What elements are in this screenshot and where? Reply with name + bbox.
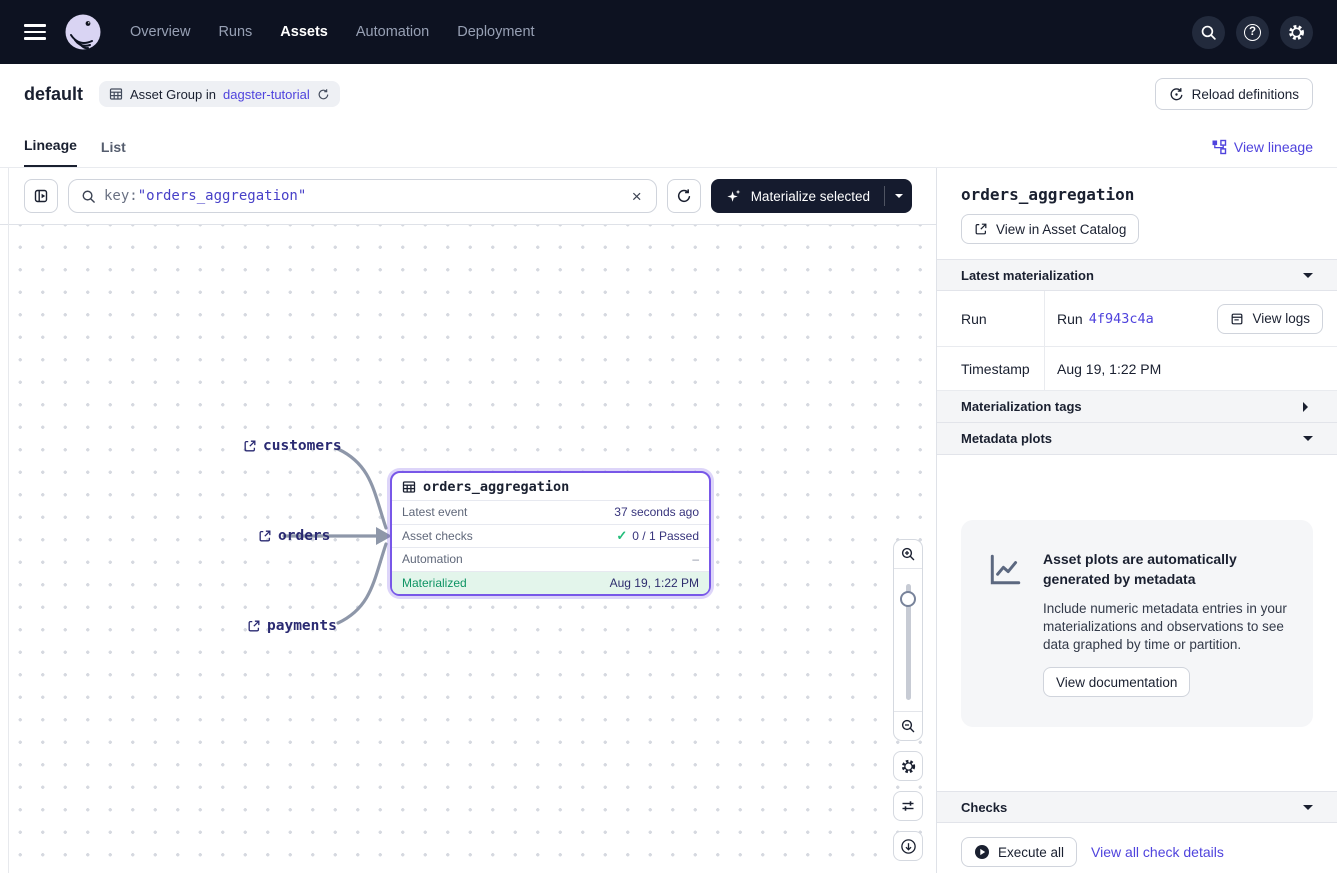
logs-icon bbox=[1230, 312, 1244, 326]
play-circle-icon bbox=[974, 844, 990, 860]
recenter-graph-button[interactable] bbox=[893, 831, 923, 861]
materialize-selected-button[interactable]: Materialize selected bbox=[711, 179, 912, 213]
table-icon bbox=[402, 480, 416, 494]
section-latest-materialization[interactable]: Latest materialization bbox=[937, 259, 1337, 291]
lineage-icon bbox=[1211, 139, 1227, 155]
nav-automation[interactable]: Automation bbox=[356, 24, 429, 40]
external-link-icon bbox=[974, 222, 988, 236]
asset-node-orders-aggregation[interactable]: orders_aggregation Latest event 37 secon… bbox=[390, 471, 711, 596]
run-row: Run Run 4f943c4a View logs bbox=[937, 291, 1337, 347]
zoom-in-button[interactable] bbox=[894, 540, 922, 569]
collapsed-panel-edge bbox=[8, 168, 9, 873]
filter-sliders-icon bbox=[900, 798, 916, 814]
refresh-icon[interactable] bbox=[317, 88, 330, 101]
external-link-icon bbox=[258, 529, 272, 543]
zoom-out-icon bbox=[900, 718, 916, 734]
top-navbar: Overview Runs Assets Automation Deployme… bbox=[0, 0, 1337, 64]
lineage-graph-canvas[interactable]: customers orders payments orders_aggrega… bbox=[0, 224, 936, 873]
asset-details-panel: orders_aggregation View in Asset Catalog… bbox=[936, 168, 1337, 873]
node-row-automation: Automation – bbox=[392, 547, 709, 571]
graph-settings-button[interactable] bbox=[893, 751, 923, 781]
sidebar-asset-title: orders_aggregation bbox=[961, 185, 1313, 204]
node-row-latest-event: Latest event 37 seconds ago bbox=[392, 500, 709, 524]
metadata-plots-empty-card: Asset plots are automatically generated … bbox=[961, 520, 1313, 727]
run-id-link[interactable]: 4f943c4a bbox=[1089, 311, 1154, 327]
timestamp-value: Aug 19, 1:22 PM bbox=[1045, 347, 1337, 390]
zoom-in-icon bbox=[900, 546, 916, 562]
asset-group-badge[interactable]: Asset Group in dagster-tutorial bbox=[99, 81, 340, 107]
section-checks[interactable]: Checks bbox=[937, 791, 1337, 823]
asset-link-orders[interactable]: orders bbox=[258, 528, 330, 544]
card-body: Include numeric metadata entries in your… bbox=[1043, 600, 1287, 655]
node-row-asset-checks: Asset checks ✓0 / 1 Passed bbox=[392, 524, 709, 548]
table-icon bbox=[109, 87, 123, 101]
reload-definitions-button[interactable]: Reload definitions bbox=[1155, 78, 1313, 110]
help-icon[interactable]: ? bbox=[1236, 16, 1269, 49]
view-documentation-button[interactable]: View documentation bbox=[1043, 667, 1190, 697]
zoom-control bbox=[893, 539, 923, 741]
tab-lineage[interactable]: Lineage bbox=[24, 137, 77, 167]
zoom-slider-knob[interactable] bbox=[900, 591, 916, 607]
nav-runs[interactable]: Runs bbox=[218, 24, 252, 40]
page-title: default bbox=[24, 84, 83, 105]
chart-line-icon bbox=[987, 552, 1023, 697]
sparkle-icon bbox=[725, 188, 742, 205]
page-header: default Asset Group in dagster-tutorial … bbox=[0, 64, 1337, 124]
section-metadata-plots[interactable]: Metadata plots bbox=[937, 423, 1337, 455]
card-title: Asset plots are automatically generated … bbox=[1043, 550, 1287, 590]
view-logs-button[interactable]: View logs bbox=[1217, 304, 1323, 334]
expand-panel-button[interactable] bbox=[24, 179, 58, 213]
chevron-down-icon bbox=[1303, 436, 1313, 446]
refresh-graph-button[interactable] bbox=[667, 179, 701, 213]
graph-toolbar: key:"orders_aggregation" × Materialize s… bbox=[0, 168, 936, 224]
search-icon bbox=[81, 189, 96, 204]
view-lineage-link[interactable]: View lineage bbox=[1211, 139, 1313, 167]
search-query-value: "orders_aggregation" bbox=[138, 188, 307, 204]
external-link-icon bbox=[247, 619, 261, 633]
nav-assets[interactable]: Assets bbox=[280, 24, 328, 40]
nav-overview[interactable]: Overview bbox=[130, 24, 190, 40]
tab-list[interactable]: List bbox=[101, 139, 126, 167]
graph-filters-button[interactable] bbox=[893, 791, 923, 821]
panel-expand-icon bbox=[33, 188, 49, 204]
search-icon[interactable] bbox=[1192, 16, 1225, 49]
materialize-dropdown-button[interactable] bbox=[885, 179, 912, 213]
check-icon: ✓ bbox=[616, 528, 627, 544]
timestamp-row: Timestamp Aug 19, 1:22 PM bbox=[937, 347, 1337, 391]
nav-deployment[interactable]: Deployment bbox=[457, 24, 534, 40]
node-row-materialized: Materialized Aug 19, 1:22 PM bbox=[392, 571, 709, 595]
gear-icon[interactable] bbox=[1280, 16, 1313, 49]
view-all-check-details-link[interactable]: View all check details bbox=[1091, 844, 1224, 860]
node-title: orders_aggregation bbox=[423, 479, 569, 495]
badge-repo-link[interactable]: dagster-tutorial bbox=[223, 87, 310, 102]
section-materialization-tags[interactable]: Materialization tags bbox=[937, 391, 1337, 423]
primary-nav: Overview Runs Assets Automation Deployme… bbox=[130, 24, 535, 40]
badge-text: Asset Group in bbox=[130, 87, 216, 102]
execute-all-button[interactable]: Execute all bbox=[961, 837, 1077, 867]
dagster-logo-icon[interactable] bbox=[64, 13, 102, 51]
gear-icon bbox=[900, 758, 917, 775]
tabs-bar: Lineage List View lineage bbox=[0, 124, 1337, 168]
hamburger-menu-icon[interactable] bbox=[24, 24, 46, 40]
zoom-out-button[interactable] bbox=[894, 711, 922, 740]
asset-link-payments[interactable]: payments bbox=[247, 618, 337, 634]
search-query-prefix: key: bbox=[104, 188, 138, 204]
chevron-down-icon bbox=[895, 194, 903, 202]
clear-search-icon[interactable]: × bbox=[630, 188, 644, 205]
asset-search-input[interactable]: key:"orders_aggregation" × bbox=[68, 179, 657, 213]
chevron-right-icon bbox=[1303, 402, 1313, 412]
chevron-down-icon bbox=[1303, 805, 1313, 815]
chevron-down-icon bbox=[1303, 273, 1313, 283]
refresh-icon bbox=[676, 188, 692, 204]
reload-icon bbox=[1169, 87, 1184, 102]
asset-link-customers[interactable]: customers bbox=[243, 438, 342, 454]
view-in-asset-catalog-button[interactable]: View in Asset Catalog bbox=[961, 214, 1139, 244]
arrow-down-circle-icon bbox=[900, 838, 917, 855]
external-link-icon bbox=[243, 439, 257, 453]
